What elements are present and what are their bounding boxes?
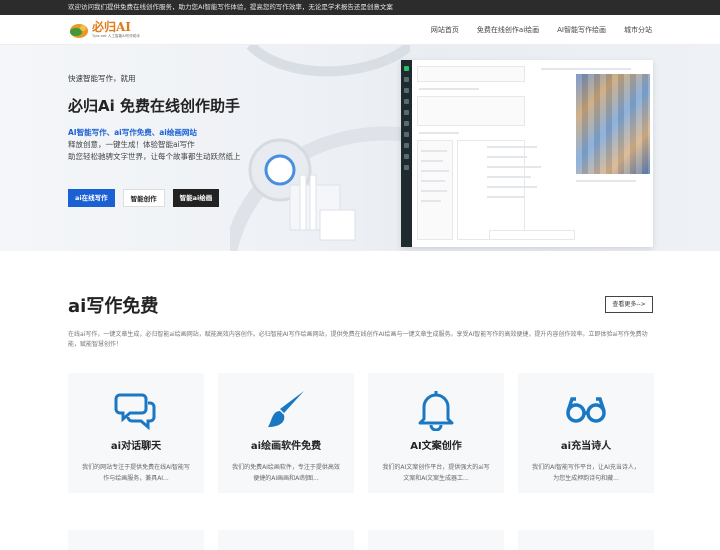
feature-card-placeholder[interactable] xyxy=(518,530,654,550)
top-announcement-bar: 欢迎访问我们提供免费在线创作服务，助力您AI智能写作体验，提高您的写作效率，无论… xyxy=(0,0,720,15)
card-description: 我们的AI文案创作平台，提供强大的ai写文案和AI文案生成器工... xyxy=(382,464,490,482)
nav-item-free-ai-painting[interactable]: 免费在线创作ai绘画 xyxy=(477,25,539,35)
hero-line-1: 释放创意，一键生成！体验智能ai写作 xyxy=(68,140,195,149)
feature-card-placeholder[interactable] xyxy=(68,530,204,550)
chat-bubbles-icon xyxy=(114,393,156,431)
logo-wordmark: 必归AI xyxy=(92,19,131,34)
feature-cards: ai对话聊天 我们的网站专注于提供免费在线AI智能写作与绘画服务，兼具AI...… xyxy=(68,373,654,493)
card-title: ai绘画软件免费 xyxy=(250,441,322,452)
main-nav: 网站首页 免费在线创作ai绘画 AI智能写作绘画 城市分站 xyxy=(431,25,652,35)
feature-card-ai-copywriting[interactable]: AI文案创作 我们的AI文案创作平台，提供强大的ai写文案和AI文案生成器工..… xyxy=(368,373,504,493)
card-description: 我们的网站专注于提供免费在线AI智能写作与绘画服务，兼具AI... xyxy=(82,464,190,482)
paint-brush-icon xyxy=(268,391,304,427)
feature-card-ai-painting[interactable]: ai绘画软件免费 我们的免费AI绘画软件，专注于提供高效便捷的AI画画和AI制图… xyxy=(218,373,354,493)
card-description: 我们的AI智能写作平台，让AI充当诗人，为您生成押韵诗句和藏... xyxy=(532,464,640,482)
announcement-text: 欢迎访问我们提供免费在线创作服务，助力您AI智能写作体验，提高您的写作效率，无论… xyxy=(68,3,393,11)
smart-creation-button[interactable]: 智能创作 xyxy=(122,189,165,207)
feature-card-placeholder[interactable] xyxy=(368,530,504,550)
app-screenshot-preview xyxy=(401,60,653,247)
nav-item-home[interactable]: 网站首页 xyxy=(431,25,459,35)
hero-highlight: AI智能写作、ai写作免费、ai绘画网站 xyxy=(68,128,197,137)
view-more-button[interactable]: 查看更多--> xyxy=(605,296,653,313)
card-title: AI文案创作 xyxy=(410,441,462,452)
logo-icon xyxy=(70,23,88,38)
hero-title: 必归Ai 免费在线创作助手 xyxy=(68,97,240,115)
ai-online-writing-button[interactable]: ai在线写作 xyxy=(68,189,115,207)
site-header: 必归AI Tpix.net 人工智能AI写作助手 网站首页 免费在线创作ai绘画… xyxy=(0,15,720,45)
feature-card-ai-poet[interactable]: ai充当诗人 我们的AI智能写作平台，让AI充当诗人，为您生成押韵诗句和藏... xyxy=(518,373,654,493)
smart-ai-painting-button[interactable]: 智能ai绘画 xyxy=(172,189,220,207)
feature-card-ai-chat[interactable]: ai对话聊天 我们的网站专注于提供免费在线AI智能写作与绘画服务，兼具AI... xyxy=(68,373,204,493)
preview-sidebar xyxy=(401,60,412,247)
feature-cards-row-2 xyxy=(68,530,654,550)
nav-item-city-branches[interactable]: 城市分站 xyxy=(624,25,652,35)
feature-card-placeholder[interactable] xyxy=(218,530,354,550)
section-title: ai写作免费 xyxy=(68,296,159,317)
logo-tagline: Tpix.net 人工智能AI写作助手 xyxy=(92,33,141,38)
hero-banner: 快速智能写作，就用 必归Ai 免费在线创作助手 AI智能写作、ai写作免费、ai… xyxy=(0,45,720,251)
card-description: 我们的免费AI绘画软件，专注于提供高效便捷的AI画画和AI制图... xyxy=(232,464,340,482)
card-title: ai对话聊天 xyxy=(110,441,162,452)
bell-icon xyxy=(418,391,454,431)
nav-item-ai-writing-painting[interactable]: AI智能写作绘画 xyxy=(557,25,606,35)
glasses-icon xyxy=(566,397,606,423)
hero-line-2: 助您轻松驰骋文字世界，让每个故事都生动跃然纸上 xyxy=(68,152,241,161)
hero-kicker: 快速智能写作，就用 xyxy=(68,74,136,83)
preview-generated-image xyxy=(576,74,650,174)
section-description: 在线ai写作，一键文章生成，必归智能ai绘画网站，赋能高效内容创作。必归智能AI… xyxy=(68,331,648,348)
site-logo[interactable]: 必归AI Tpix.net 人工智能AI写作助手 xyxy=(68,20,140,40)
card-title: ai充当诗人 xyxy=(560,441,612,452)
hero-decoration-graphic xyxy=(230,45,410,251)
